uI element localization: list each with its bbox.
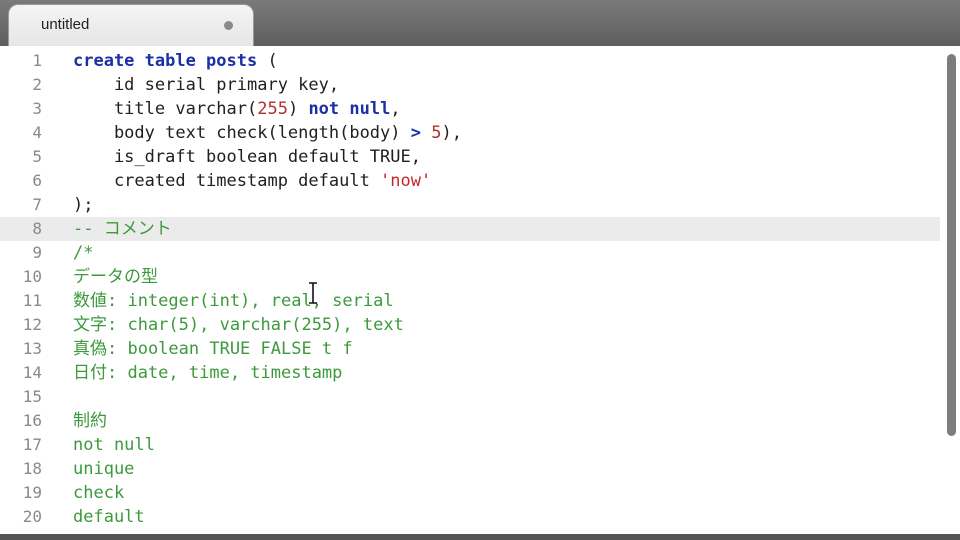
line-number: 11 [22,291,42,310]
line-text[interactable]: not null [73,433,155,457]
code-line[interactable]: 9 /* [0,241,940,265]
code-line[interactable]: 2 id serial primary key, [0,73,940,97]
line-text[interactable]: データの型 [73,265,158,289]
code-token: 255 [257,99,288,119]
text-cursor-icon [309,282,317,304]
code-line[interactable]: 11 数値: integer(int), real, serial [0,289,940,313]
line-text[interactable]: created timestamp default 'now' [73,169,431,193]
line-number: 17 [22,435,42,454]
code-line[interactable]: 19 check [0,481,940,505]
code-token: create table posts [73,51,258,71]
line-text[interactable]: ); [73,193,93,217]
line-number: 19 [22,483,42,502]
line-text[interactable]: default [73,505,145,529]
code-lines[interactable]: 1 create table posts (2 id serial primary… [0,49,940,529]
code-token: title varchar( [73,99,258,119]
code-token: データの型 [73,267,158,287]
code-token: 文字: char(5), varchar(255), text [73,315,404,335]
line-number: 9 [32,243,42,262]
code-token: id serial primary key, [73,75,340,95]
code-token: is_draft boolean default TRUE, [73,147,421,167]
code-line[interactable]: 3 title varchar(255) not null, [0,97,940,121]
line-number: 7 [32,195,42,214]
line-text[interactable]: create table posts ( [73,49,278,73]
line-number: 14 [22,363,42,382]
line-text[interactable]: 制約 [73,409,107,433]
code-token: ); [73,195,94,215]
code-token: -- コメント [73,219,172,239]
line-text[interactable]: 日付: date, time, timestamp [73,361,342,385]
vertical-scrollbar[interactable] [944,48,958,532]
line-number: 18 [22,459,42,478]
line-number: 16 [22,411,42,430]
line-text[interactable]: body text check(length(body) > 5), [73,121,462,145]
code-line[interactable]: 20 default [0,505,940,529]
code-token: /* [73,243,94,263]
code-token: unique [73,459,135,479]
code-token: > [410,123,422,143]
line-text[interactable]: /* [73,241,93,265]
code-line[interactable]: 15 [0,385,940,409]
line-text[interactable]: id serial primary key, [73,73,339,97]
line-text[interactable]: unique [73,457,134,481]
line-number: 10 [22,267,42,286]
line-text[interactable]: is_draft boolean default TRUE, [73,145,421,169]
code-token: , [390,99,401,119]
code-token: body text check(length(body) [73,123,411,143]
line-number: 15 [22,387,42,406]
line-text[interactable]: 文字: char(5), varchar(255), text [73,313,404,337]
code-token: 'now' [380,171,432,191]
code-token: ( [257,51,278,71]
code-line[interactable]: 14 日付: date, time, timestamp [0,361,940,385]
code-token: check [73,483,125,503]
tab-bar: untitled [0,0,960,47]
line-number: 13 [22,339,42,358]
tab-title: untitled [41,16,90,33]
line-text[interactable]: 数値: integer(int), real, serial [73,289,394,313]
code-line[interactable]: 8 -- コメント [0,217,940,241]
code-line[interactable]: 6 created timestamp default 'now' [0,169,940,193]
line-text[interactable]: check [73,481,124,505]
code-token: 5 [431,123,442,143]
tab-untitled[interactable]: untitled [8,4,254,46]
code-token: not null [308,99,391,119]
code-line[interactable]: 7); [0,193,940,217]
code-token: default [73,507,145,527]
line-number: 3 [32,99,42,118]
code-token: 真偽: boolean TRUE FALSE t f [73,339,353,359]
unsaved-dot-icon[interactable] [224,21,233,30]
code-line[interactable]: 17 not null [0,433,940,457]
line-number: 12 [22,315,42,334]
line-number: 6 [32,171,42,190]
line-text[interactable]: 真偽: boolean TRUE FALSE t f [73,337,353,361]
code-token: 日付: date, time, timestamp [73,363,343,383]
code-line[interactable]: 1 create table posts ( [0,49,940,73]
code-line[interactable]: 5 is_draft boolean default TRUE, [0,145,940,169]
code-token: ), [441,123,462,143]
code-line[interactable]: 4 body text check(length(body) > 5), [0,121,940,145]
line-number: 20 [22,507,42,526]
code-line[interactable]: 13 真偽: boolean TRUE FALSE t f [0,337,940,361]
status-bar [0,534,960,540]
code-line[interactable]: 18 unique [0,457,940,481]
code-editor[interactable]: 1 create table posts (2 id serial primary… [0,46,960,534]
line-number: 1 [32,51,42,70]
code-token: 数値: integer(int), real, serial [73,291,394,311]
line-number: 8 [32,219,42,238]
line-text[interactable]: title varchar(255) not null, [73,97,401,121]
line-text[interactable]: -- コメント [73,217,172,241]
code-token: ) [287,99,309,119]
line-number: 4 [32,123,42,142]
scrollbar-thumb[interactable] [947,54,956,436]
line-number: 2 [32,75,42,94]
code-line[interactable]: 12 文字: char(5), varchar(255), text [0,313,940,337]
code-token: created timestamp default [73,171,381,191]
code-token: 制約 [73,411,107,431]
code-line[interactable]: 16 制約 [0,409,940,433]
code-token: not null [73,435,155,455]
code-line[interactable]: 10 データの型 [0,265,940,289]
line-number: 5 [32,147,42,166]
